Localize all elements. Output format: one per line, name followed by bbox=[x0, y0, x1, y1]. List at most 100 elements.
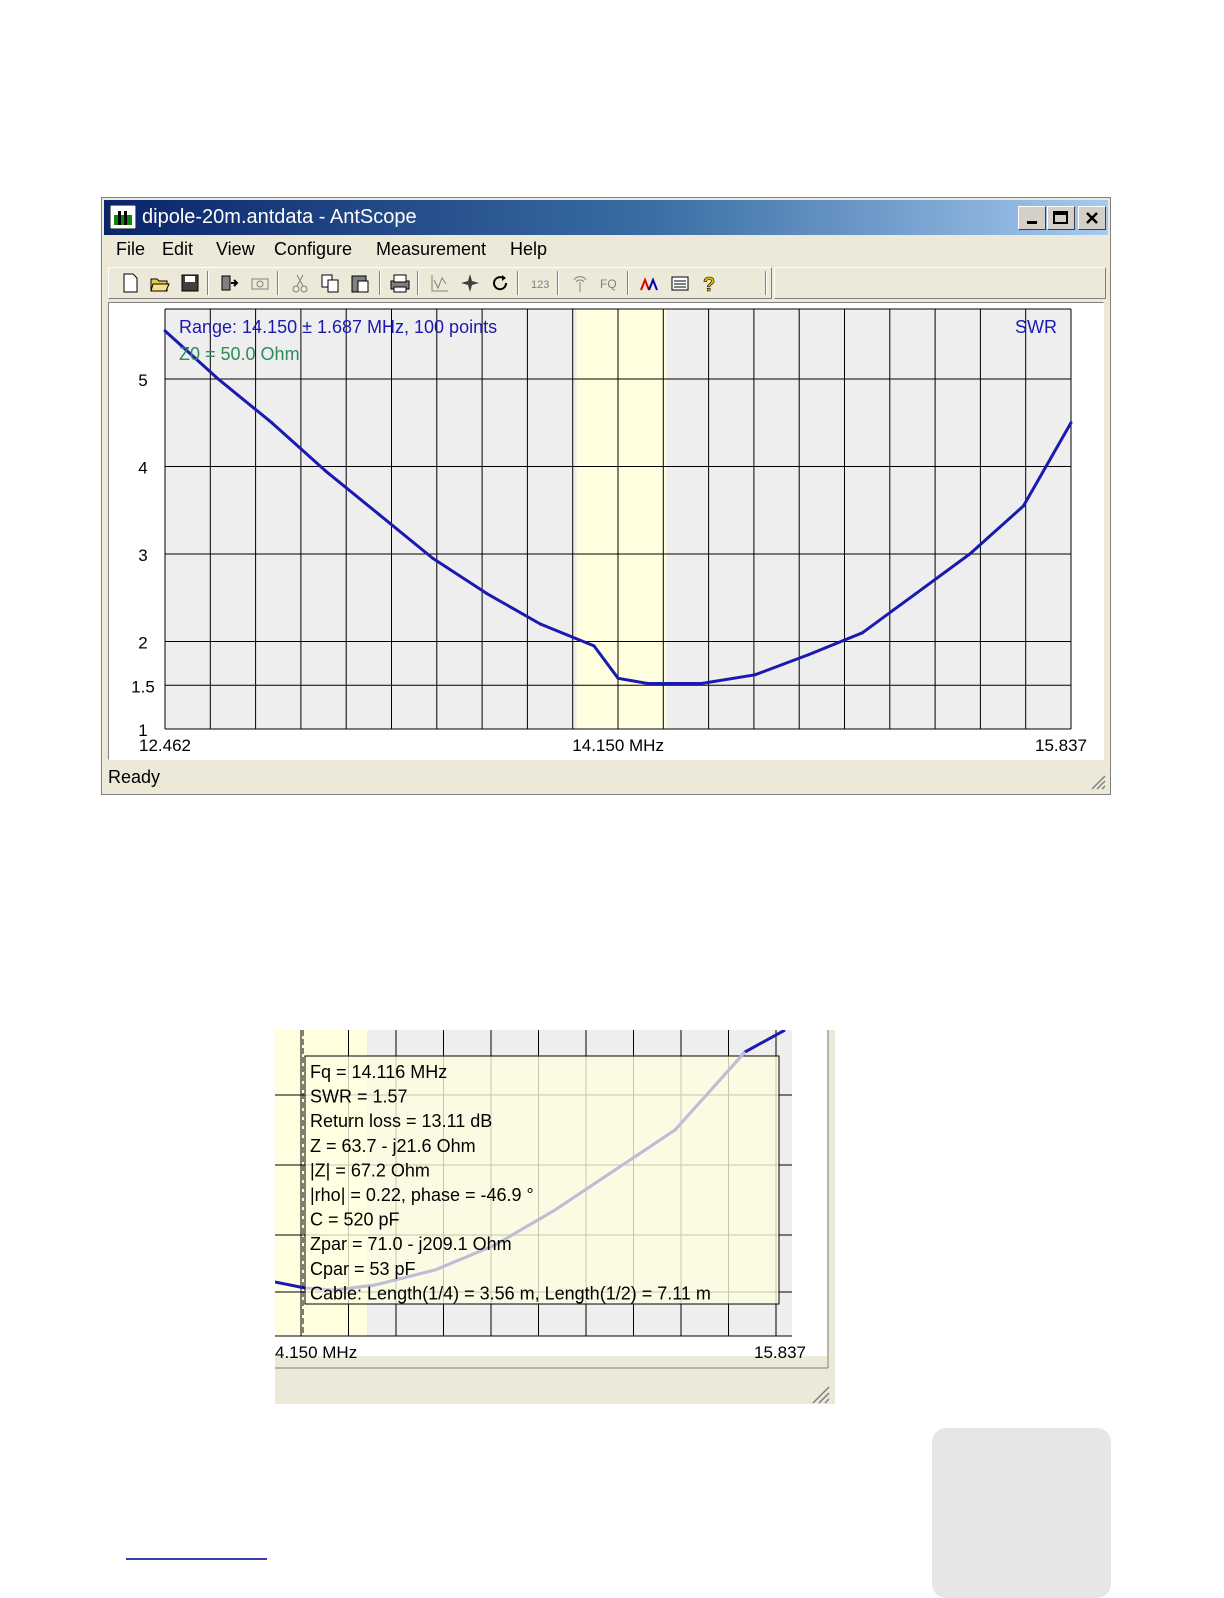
toolbar-separator bbox=[765, 271, 767, 295]
data-point bbox=[538, 622, 542, 626]
app-icon[interactable] bbox=[110, 205, 136, 229]
data-point bbox=[616, 676, 620, 680]
tooltip-line: Cable: Length(1/4) = 3.56 m, Length(1/2)… bbox=[310, 1283, 711, 1303]
screenshot-icon[interactable] bbox=[249, 272, 271, 294]
x-tick-label: 15.837 bbox=[1035, 736, 1087, 755]
status-text: Ready bbox=[108, 767, 161, 787]
tooltip-line: Return loss = 13.11 dB bbox=[310, 1111, 492, 1131]
data-point bbox=[646, 682, 650, 685]
menu-edit[interactable]: Edit bbox=[162, 239, 193, 260]
chart-icon[interactable] bbox=[429, 272, 451, 294]
data-point bbox=[485, 591, 489, 595]
marker-icon[interactable] bbox=[459, 272, 481, 294]
data-point bbox=[968, 552, 972, 556]
refresh-icon[interactable] bbox=[489, 272, 511, 294]
print-icon[interactable] bbox=[389, 272, 411, 294]
list-icon[interactable] bbox=[669, 272, 691, 294]
numbers-icon[interactable]: 123 bbox=[529, 272, 551, 294]
data-point bbox=[1021, 504, 1025, 508]
y-tick-label: 3 bbox=[138, 546, 147, 565]
copy-icon[interactable] bbox=[319, 272, 341, 294]
minimize-icon bbox=[1027, 221, 1037, 224]
toolbar-separator bbox=[417, 271, 419, 295]
maximize-button[interactable] bbox=[1047, 206, 1075, 230]
zoom-status-bar bbox=[275, 1368, 835, 1404]
tooltip-line: Fq = 14.116 MHz bbox=[310, 1062, 447, 1082]
data-point bbox=[914, 591, 918, 595]
toolbar-empty-area bbox=[774, 267, 1106, 299]
data-point bbox=[216, 377, 220, 381]
footer-link-line bbox=[126, 1558, 267, 1560]
fq-icon[interactable]: FQ bbox=[599, 272, 621, 294]
help-icon[interactable]: ? bbox=[699, 272, 721, 294]
data-point bbox=[270, 421, 274, 425]
close-button[interactable] bbox=[1078, 206, 1106, 230]
y-tick-label: 4 bbox=[138, 459, 147, 478]
menu-file[interactable]: File bbox=[116, 239, 145, 260]
y-tick-label: 1.5 bbox=[131, 677, 155, 696]
menu-bar: File Edit View Configure Measurement Help bbox=[104, 237, 1108, 264]
tooltip-line: |rho| = 0.22, phase = -46.9 ° bbox=[310, 1185, 534, 1205]
data-point bbox=[377, 513, 381, 517]
antenna-icon[interactable] bbox=[569, 272, 591, 294]
zoom-x-tick-label: 4.150 MHz bbox=[275, 1343, 357, 1362]
data-point bbox=[753, 673, 757, 677]
resize-grip-icon[interactable] bbox=[1088, 772, 1106, 790]
series-label: SWR bbox=[1015, 317, 1057, 337]
status-bar: Ready bbox=[104, 762, 1108, 792]
window-title: dipole-20m.antdata - AntScope bbox=[142, 206, 417, 228]
graph-icon[interactable] bbox=[639, 272, 661, 294]
x-tick-label: 14.150 MHz bbox=[572, 736, 664, 755]
data-point bbox=[592, 644, 596, 648]
menu-help[interactable]: Help bbox=[510, 239, 547, 260]
data-point bbox=[699, 682, 703, 685]
tooltip-line: Z = 63.7 - j21.6 Ohm bbox=[310, 1136, 476, 1156]
range-label: Range: 14.150 ± 1.687 MHz, 100 points bbox=[179, 317, 497, 337]
toolbar-separator bbox=[207, 271, 209, 295]
svg-text:FQ: FQ bbox=[600, 277, 617, 291]
svg-text:?: ? bbox=[703, 274, 715, 294]
x-tick-label: 12.462 bbox=[139, 736, 191, 755]
new-file-icon[interactable] bbox=[119, 272, 141, 294]
export-icon[interactable] bbox=[219, 272, 241, 294]
save-icon[interactable] bbox=[179, 272, 201, 294]
data-point bbox=[431, 556, 435, 560]
tooltip-line: C = 520 pF bbox=[310, 1210, 400, 1230]
zoom-x-tick-label: 15.837 bbox=[754, 1343, 806, 1362]
toolbar-separator bbox=[557, 271, 559, 295]
open-folder-icon[interactable] bbox=[149, 272, 171, 294]
data-point bbox=[860, 631, 864, 635]
tooltip-line: SWR = 1.57 bbox=[310, 1087, 408, 1107]
data-point bbox=[163, 329, 167, 333]
toolbar-separator bbox=[277, 271, 279, 295]
title-bar[interactable]: dipole-20m.antdata - AntScope bbox=[104, 200, 1108, 235]
cut-icon[interactable] bbox=[289, 272, 311, 294]
toolbar-separator bbox=[517, 271, 519, 295]
z0-label: Z0 = 50.0 Ohm bbox=[179, 344, 300, 364]
toolbar-separator bbox=[627, 271, 629, 295]
minimize-button[interactable] bbox=[1018, 206, 1046, 230]
zoomed-tooltip-view: Fq = 14.116 MHz SWR = 1.57 Return loss = 1… bbox=[275, 1030, 835, 1404]
toolbar: 123 FQ? bbox=[108, 267, 772, 299]
data-point bbox=[1069, 421, 1073, 425]
menu-configure[interactable]: Configure bbox=[274, 239, 352, 260]
swr-chart-panel[interactable]: 1 1.5 2 3 4 5 12.462 14.150 MHz 15.837 Range: 14.… bbox=[108, 302, 1104, 760]
tooltip-line: |Z| = 67.2 Ohm bbox=[310, 1160, 430, 1180]
band-highlight bbox=[576, 309, 667, 729]
close-icon bbox=[1086, 212, 1098, 224]
y-tick-label: 5 bbox=[138, 371, 147, 390]
page-number-box bbox=[932, 1428, 1111, 1598]
svg-text:123: 123 bbox=[531, 279, 549, 291]
data-point bbox=[807, 653, 811, 657]
tooltip-line: Cpar = 53 pF bbox=[310, 1259, 416, 1279]
maximize-icon bbox=[1053, 211, 1068, 224]
antscope-window: dipole-20m.antdata - AntScope File Edit Vi… bbox=[101, 197, 1111, 795]
swr-chart[interactable]: 11.5234512.462 14.150 MHz 15.837Range: 14.… bbox=[109, 303, 1103, 759]
paste-icon[interactable] bbox=[349, 272, 371, 294]
toolbar-separator bbox=[379, 271, 381, 295]
zoomed-chart[interactable]: Fq = 14.116 MHz SWR = 1.57 Return loss = 1… bbox=[275, 1030, 835, 1404]
menu-measurement[interactable]: Measurement bbox=[376, 239, 486, 260]
tooltip-line: Zpar = 71.0 - j209.1 Ohm bbox=[310, 1234, 512, 1254]
y-tick-label: 2 bbox=[138, 634, 147, 653]
menu-view[interactable]: View bbox=[216, 239, 255, 260]
